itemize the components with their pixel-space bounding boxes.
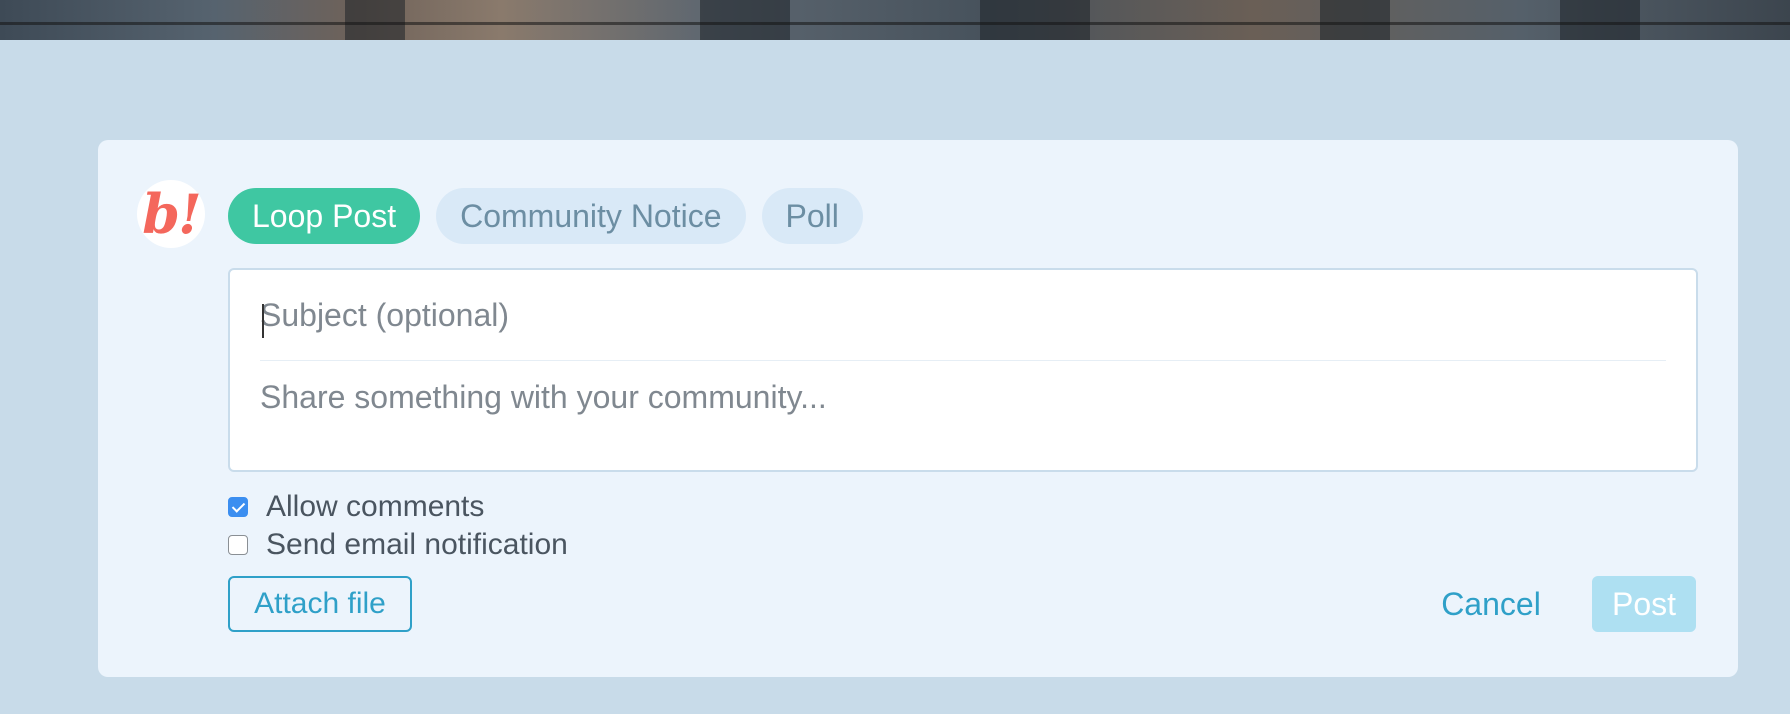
- tab-poll[interactable]: Poll: [761, 188, 863, 244]
- post-button[interactable]: Post: [1592, 576, 1696, 632]
- header-photo: [0, 0, 1790, 40]
- cancel-button[interactable]: Cancel: [1436, 576, 1546, 632]
- brand-logo: b!: [137, 180, 205, 248]
- message-body-input[interactable]: [260, 374, 1666, 454]
- allow-comments-checkbox[interactable]: [228, 497, 248, 517]
- subject-input[interactable]: [260, 292, 1666, 338]
- allow-comments-option[interactable]: Allow comments: [228, 488, 568, 526]
- composer-divider: [260, 360, 1666, 361]
- attach-file-button[interactable]: Attach file: [228, 576, 412, 632]
- send-email-label: Send email notification: [266, 528, 568, 561]
- text-cursor: [262, 304, 264, 338]
- composer-box: [228, 268, 1698, 472]
- tab-loop-post[interactable]: Loop Post: [228, 188, 421, 244]
- post-composer-card: b! Loop Post Community Notice Poll Allow…: [98, 140, 1738, 677]
- send-email-checkbox[interactable]: [228, 535, 248, 555]
- tab-community-notice[interactable]: Community Notice: [436, 188, 746, 244]
- send-email-option[interactable]: Send email notification: [228, 526, 568, 564]
- post-type-tabs: Loop Post Community Notice Poll: [228, 188, 863, 244]
- post-options: Allow comments Send email notification: [228, 488, 568, 564]
- brand-logo-text: b!: [142, 182, 201, 246]
- allow-comments-label: Allow comments: [266, 490, 485, 523]
